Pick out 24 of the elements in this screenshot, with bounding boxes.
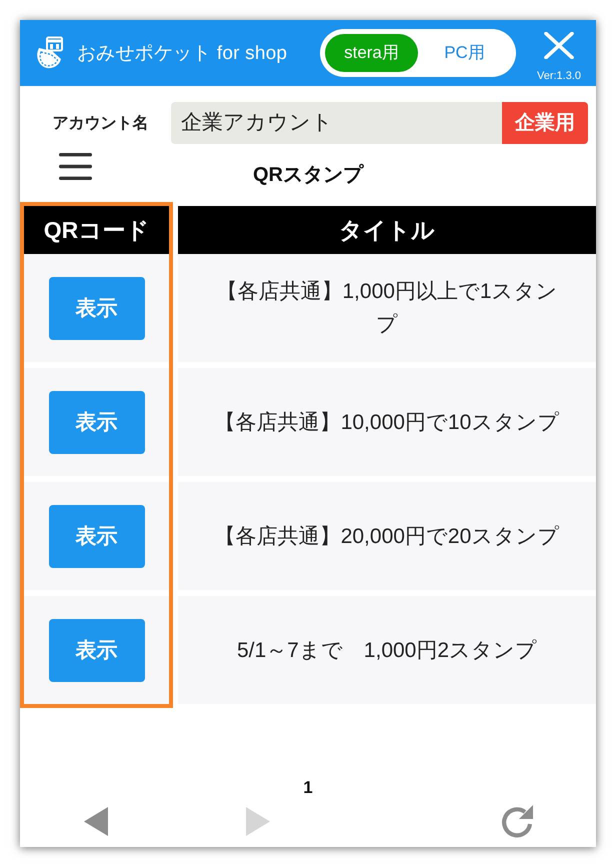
account-name-field[interactable]: 企業アカウント (171, 102, 502, 144)
column-header: タイトル (178, 206, 596, 254)
version-label: Ver:1.3.0 (536, 70, 582, 82)
page-title: QRスタンプ (253, 162, 363, 188)
left-triangle-icon[interactable] (84, 806, 108, 836)
title-cell: 5/1～7まで 1,000円2スタンプ (178, 596, 596, 704)
page-number: 1 (303, 778, 313, 798)
title-cell: 【各店共通】1,000円以上で1スタンプ (178, 254, 596, 362)
show-button[interactable]: 表示 (48, 276, 144, 340)
title-cell: 【各店共通】20,000円で20スタンプ (178, 482, 596, 590)
column-header: QRコード (24, 206, 169, 254)
app-title: おみせポケット for shop (77, 42, 288, 66)
mode-tab[interactable]: stera用 (325, 34, 418, 72)
mode-tab[interactable]: PC用 (418, 34, 511, 72)
account-name-label: アカウント名 (52, 114, 150, 134)
account-type-badge: 企業用 (502, 102, 588, 144)
refresh-icon[interactable] (500, 804, 534, 838)
show-button[interactable]: 表示 (48, 390, 144, 454)
show-button[interactable]: 表示 (48, 618, 144, 682)
logo-icon (35, 36, 64, 70)
menu-icon[interactable] (59, 153, 92, 180)
show-button[interactable]: 表示 (48, 504, 144, 568)
title-cell: 【各店共通】10,000円で10スタンプ (178, 368, 596, 476)
close-icon[interactable] (544, 32, 574, 59)
